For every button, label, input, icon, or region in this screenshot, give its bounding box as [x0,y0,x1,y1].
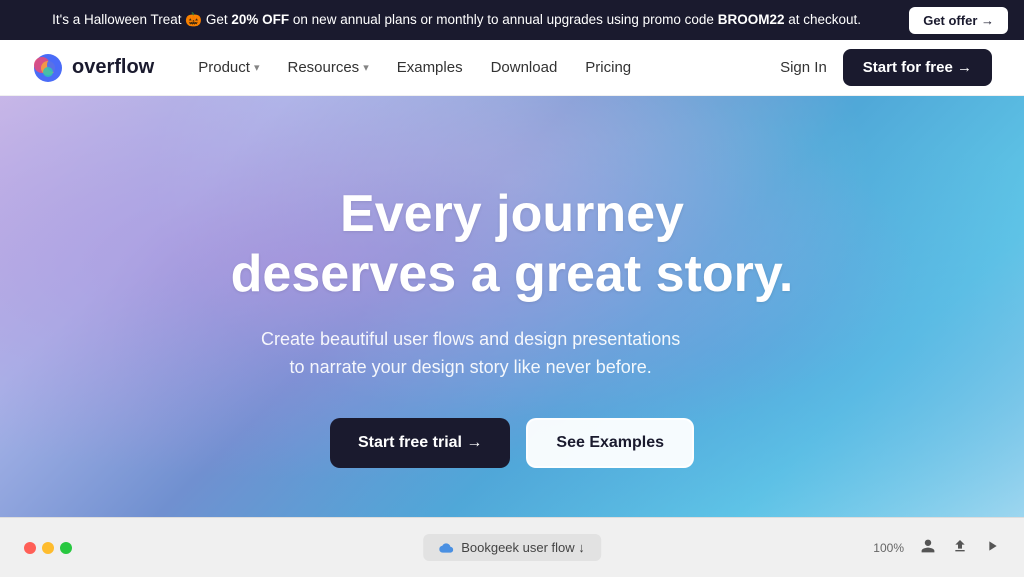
hero-content: Every journey deserves a great story. Cr… [231,185,794,468]
banner-message: It's a Halloween Treat 🎃 Get 20% OFF on … [16,12,897,28]
logo-link[interactable]: overflow [32,52,154,84]
hero-headline: Every journey deserves a great story. [231,185,794,305]
logo-text: overflow [72,56,154,79]
upload-icon [952,538,968,554]
browser-minimize-dot[interactable] [42,542,54,554]
browser-right-controls: 100% [873,538,1000,557]
nav-item-product[interactable]: Product ▾ [186,51,271,84]
nav-links: Product ▾ Resources ▾ Examples Download … [186,51,780,84]
hero-headline-line2: deserves a great story. [231,245,794,303]
promo-banner: It's a Halloween Treat 🎃 Get 20% OFF on … [0,0,1024,40]
hero-buttons: Start free trial → See Examples [231,418,794,468]
browser-zoom-level: 100% [873,541,904,555]
hero-section: Every journey deserves a great story. Cr… [0,96,1024,517]
browser-play-button[interactable] [984,538,1000,557]
logo-icon [32,52,64,84]
cloud-icon [439,541,453,555]
browser-window-controls [24,542,72,554]
browser-close-dot[interactable] [24,542,36,554]
chevron-down-icon: ▾ [363,61,369,74]
start-free-trial-button[interactable]: Start free trial → [330,418,510,468]
hero-subtext-line2: to narrate your design story like never … [290,357,652,377]
hero-subtext: Create beautiful user flows and design p… [231,325,711,383]
main-nav: overflow Product ▾ Resources ▾ Examples … [0,40,1024,96]
nav-item-examples[interactable]: Examples [385,51,475,84]
browser-maximize-dot[interactable] [60,542,72,554]
banner-promo-code: BROOM22 [718,12,785,27]
get-offer-button[interactable]: Get offer → [909,7,1008,34]
nav-item-download[interactable]: Download [479,51,570,84]
hero-subtext-line1: Create beautiful user flows and design p… [261,329,680,349]
sign-in-button[interactable]: Sign In [780,59,827,76]
see-examples-button[interactable]: See Examples [526,418,694,468]
nav-item-pricing[interactable]: Pricing [573,51,643,84]
browser-upload-button[interactable] [952,538,968,557]
banner-text-prefix: It's a Halloween Treat 🎃 Get [52,12,231,27]
nav-item-resources[interactable]: Resources ▾ [275,51,380,84]
browser-person-button[interactable] [920,538,936,557]
banner-text-suffix: on new annual plans or monthly to annual… [289,12,718,27]
nav-actions: Sign In Start for free → [780,49,992,86]
browser-tab-title: Bookgeek user flow ↓ [461,540,585,555]
person-icon [920,538,936,554]
banner-discount: 20% OFF [231,12,289,27]
browser-tab[interactable]: Bookgeek user flow ↓ [423,534,601,561]
chevron-down-icon: ▾ [254,61,260,74]
start-for-free-button[interactable]: Start for free → [843,49,992,86]
hero-headline-line1: Every journey [340,185,684,243]
browser-mockup-bar: Bookgeek user flow ↓ 100% [0,517,1024,577]
play-icon [984,538,1000,554]
banner-close-button[interactable]: × [997,10,1008,31]
banner-text-end: at checkout. [784,12,861,27]
